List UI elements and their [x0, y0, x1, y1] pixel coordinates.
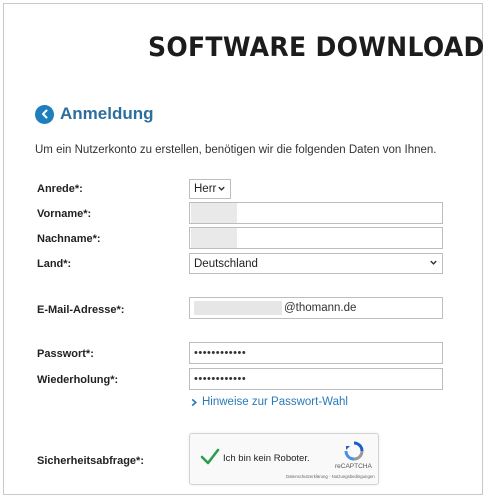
password-input[interactable]: ••••••••••••	[189, 342, 443, 364]
section-title: Anmeldung	[60, 104, 154, 123]
recaptcha-label: Ich bin kein Roboter.	[223, 453, 310, 464]
chevron-left-icon	[41, 109, 47, 119]
chevron-right-icon	[191, 398, 198, 406]
page-frame	[3, 3, 483, 495]
salutation-label: Anrede*:	[37, 183, 83, 195]
email-domain: @thomann.de	[284, 302, 357, 314]
salutation-value: Herr	[194, 183, 217, 195]
email-label: E-Mail-Adresse*:	[37, 304, 125, 316]
salutation-select[interactable]: Herr	[189, 179, 231, 199]
email-input[interactable]: @thomann.de	[189, 297, 443, 319]
password-label: Passwort*:	[37, 348, 94, 360]
lastname-label: Nachname*:	[37, 233, 101, 245]
country-label: Land*:	[37, 258, 72, 270]
password-hint-link[interactable]: Hinweise zur Passwort-Wahl	[190, 396, 348, 408]
chevron-down-icon	[430, 260, 437, 265]
recaptcha-legal[interactable]: Datenschutzerklärung - Nutzungsbedingung…	[286, 474, 375, 479]
page-title: SOFTWARE DOWNLOAD	[148, 32, 485, 63]
firstname-label: Vorname*:	[37, 208, 92, 220]
redacted-lastname	[191, 228, 237, 248]
password-repeat-input[interactable]: ••••••••••••	[189, 368, 443, 390]
security-label: Sicherheitsabfrage*:	[37, 455, 144, 467]
repeat-label: Wiederholung*:	[37, 374, 119, 386]
checkmark-icon[interactable]	[200, 448, 220, 466]
recaptcha-widget: Ich bin kein Roboter. reCAPTCHA Datensch…	[189, 433, 379, 485]
redacted-email-user	[194, 301, 282, 315]
recaptcha-brand: reCAPTCHA	[335, 463, 372, 470]
back-button[interactable]	[35, 104, 54, 124]
password-value: ••••••••••••	[194, 347, 247, 359]
password-hint-text: Hinweise zur Passwort-Wahl	[202, 396, 348, 408]
recaptcha-logo-icon	[344, 441, 364, 461]
country-select[interactable]: Deutschland	[189, 253, 443, 274]
chevron-down-icon	[218, 186, 225, 191]
section-header: Anmeldung	[35, 104, 154, 124]
country-value: Deutschland	[194, 257, 258, 270]
repeat-value: ••••••••••••	[194, 373, 247, 385]
intro-text: Um ein Nutzerkonto zu erstellen, benötig…	[35, 144, 437, 156]
redacted-firstname	[191, 203, 237, 223]
